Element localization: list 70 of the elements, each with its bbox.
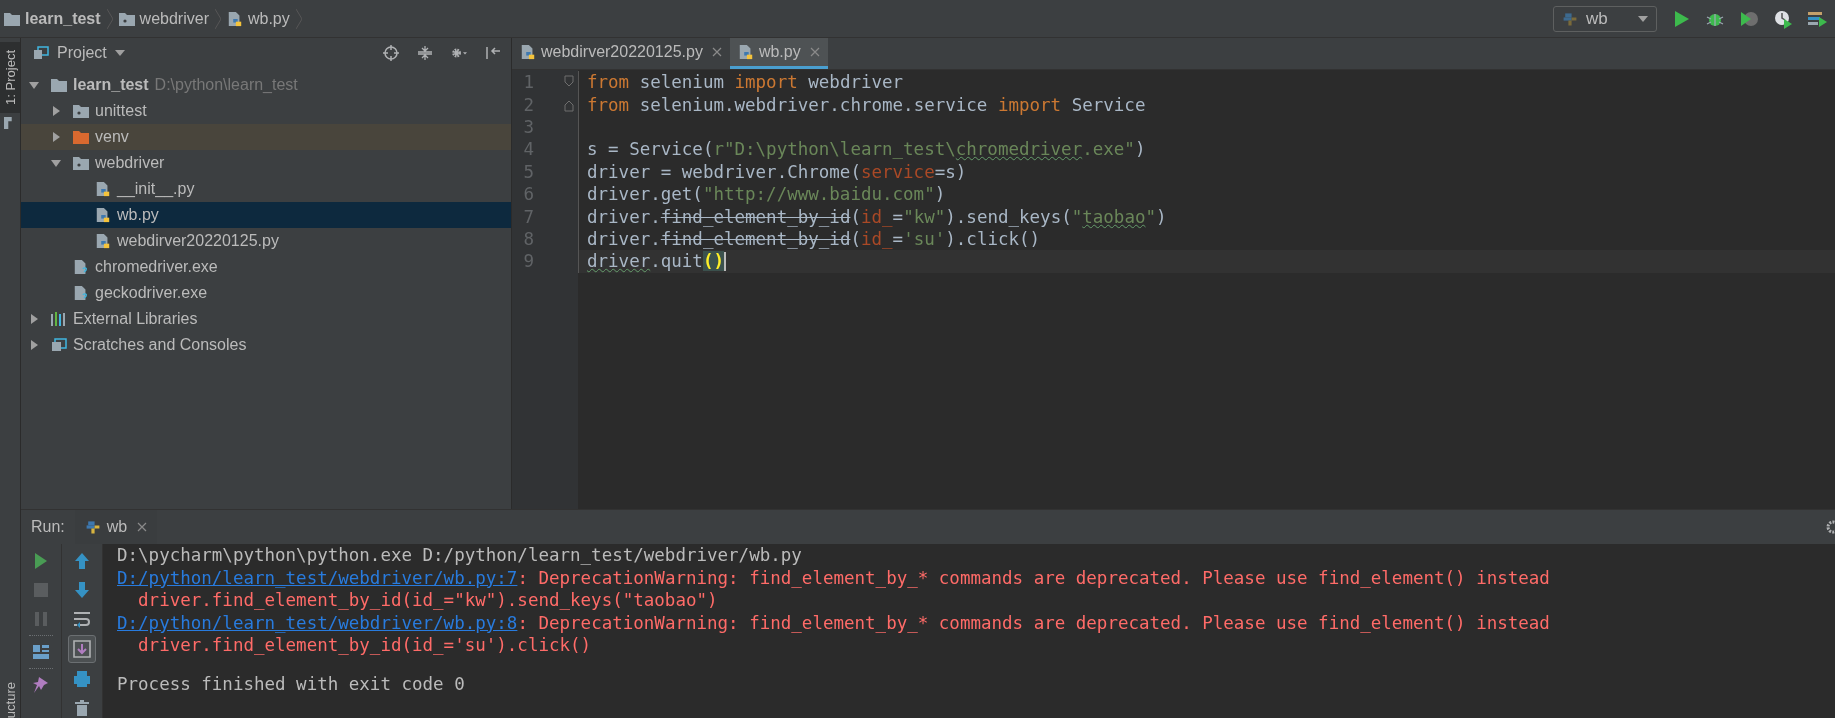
run-config-dropdown[interactable]: wb <box>1553 5 1657 32</box>
console-line: Process finished with exit code 0 <box>117 672 466 695</box>
console-line: driver.find_element_by_id(id_='su').click() <box>137 634 593 657</box>
tree-item[interactable]: venv <box>21 124 511 150</box>
code-token: driver = webdriver.Chrome( <box>587 161 861 182</box>
keyword-token: from <box>587 94 630 115</box>
keyword-token: import <box>734 72 798 93</box>
tree-item[interactable]: webdriver <box>21 150 511 176</box>
code-token: ( <box>850 206 861 227</box>
keyword-token: from <box>587 72 630 93</box>
structure-tool-tab[interactable]: ucture <box>0 681 20 718</box>
parameter-token: service <box>860 161 935 182</box>
console-line: driver.find_element_by_id(id_="kw").send_keys("taobao") <box>137 589 719 612</box>
code-token: s = Service( <box>587 139 714 160</box>
code-token: driver. <box>587 228 661 249</box>
code-token: selenium.webdriver.chrome.service <box>638 94 989 115</box>
string-token: 'su' <box>903 228 946 249</box>
deprecated-call: find_element_by_id <box>660 228 851 249</box>
tree-item[interactable]: __init__.py <box>21 176 511 202</box>
tree-item[interactable]: unittest <box>21 98 511 124</box>
console-line: D:/python/learn_test/webdriver/wb.py:7: DeprecationWarning: find_element_by_* commands are deprecated. Please use find_element() instead <box>117 566 1551 589</box>
keyword-token: import <box>997 94 1062 115</box>
bracket-pair: () <box>702 251 724 272</box>
folder-path: D:\python\learn_test <box>154 76 298 94</box>
file-link[interactable]: D:/python/learn_test/webdriver/wb.py:7 <box>117 567 518 588</box>
code-token: driver <box>587 251 651 272</box>
string-token: .exe" <box>1082 139 1135 160</box>
tree-item[interactable]: External Libraries <box>21 306 511 332</box>
console-line: D:\pycharm\python\python.exe D:/python/learn_test/webdriver/wb.py <box>117 544 803 567</box>
code-token: driver. <box>587 206 661 227</box>
string-token: taobao <box>1082 206 1146 227</box>
tree-item[interactable]: chromedriver.exe <box>21 254 511 280</box>
code-token: webdriver <box>807 72 904 93</box>
parameter-token: id_ <box>860 228 893 249</box>
code-token: selenium <box>638 72 725 93</box>
console-line: D:/python/learn_test/webdriver/wb.py:8: DeprecationWarning: find_element_by_* commands are deprecated. Please use find_element() instead <box>117 611 1551 634</box>
code-token: ).click() <box>945 228 1041 249</box>
code-token: = <box>892 206 904 227</box>
code-token: = <box>892 228 904 249</box>
editor-tab[interactable]: webdirver20220125.py <box>512 38 730 69</box>
string-token: chromedriver <box>955 139 1083 160</box>
tree-item[interactable]: webdirver20220125.py <box>21 228 511 254</box>
project-tool-tab[interactable]: 1: Project <box>0 42 20 113</box>
file-link[interactable]: D:/python/learn_test/webdriver/wb.py:8 <box>117 612 518 633</box>
breadcrumb[interactable]: wb.py <box>226 9 290 28</box>
breadcrumb[interactable]: learn_test <box>4 9 101 28</box>
string-token: " <box>1071 206 1083 227</box>
breadcrumb[interactable]: webdriver <box>118 9 209 28</box>
code-token: ).send_keys( <box>945 206 1072 227</box>
code-token: ( <box>850 228 861 249</box>
code-token: =s) <box>934 161 967 182</box>
string-token: "http://www.baidu.com" <box>702 184 935 205</box>
code-token: driver.get( <box>587 184 703 205</box>
run-label: Run: <box>31 518 65 536</box>
string-token: "kw" <box>903 206 946 227</box>
tree-item[interactable]: wb.py <box>21 202 511 228</box>
tree-item[interactable]: geckodriver.exe <box>21 280 511 306</box>
code-token: ) <box>934 184 946 205</box>
code-token: ) <box>1156 206 1167 227</box>
code-token: Service <box>1070 94 1146 115</box>
panel-title[interactable]: Project <box>57 44 107 62</box>
parameter-token: id_ <box>860 206 893 227</box>
deprecated-call: find_element_by_id <box>660 206 851 227</box>
tree-item[interactable]: Scratches and Consoles <box>21 332 511 358</box>
tree-item[interactable]: learn_test D:\python\learn_test <box>21 72 511 98</box>
code-token: ) <box>1134 139 1146 160</box>
string-token: r"D:\python\learn_test\ <box>713 139 956 160</box>
code-token: .quit <box>650 251 703 272</box>
editor-tab[interactable]: wb.py <box>729 38 828 69</box>
string-token: " <box>1145 206 1157 227</box>
